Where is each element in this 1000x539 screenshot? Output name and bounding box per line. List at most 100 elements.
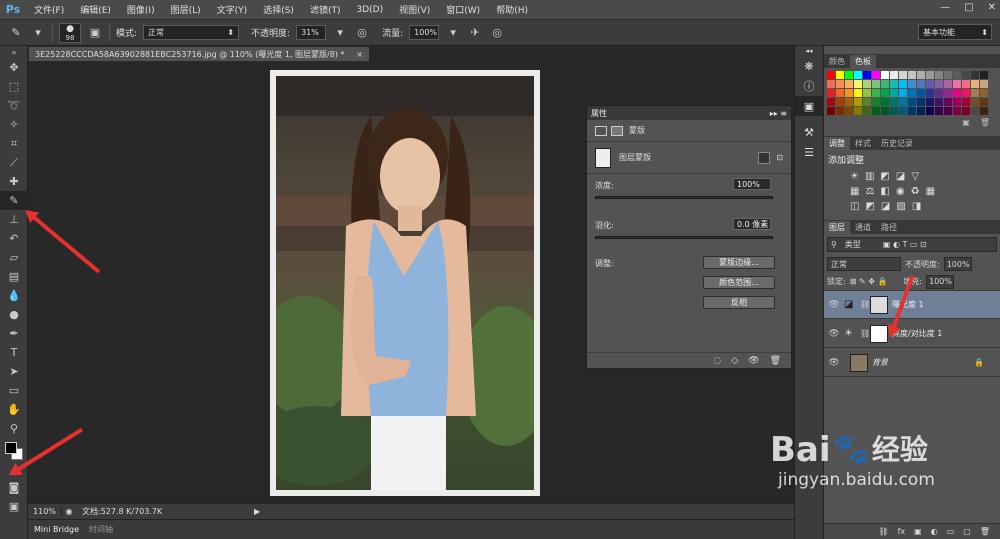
menu-file[interactable]: 文件(F)	[26, 3, 72, 16]
menu-select[interactable]: 选择(S)	[255, 3, 302, 16]
chevron-down-icon[interactable]: ▾	[445, 25, 461, 41]
hue-saturation-icon[interactable]: ▦	[850, 186, 859, 197]
healing-brush-tool-icon[interactable]: ✚	[0, 172, 28, 191]
properties-icon[interactable]: ▣	[795, 96, 823, 116]
eraser-tool-icon[interactable]: ▱	[0, 248, 28, 267]
swatch[interactable]	[854, 107, 862, 115]
pressure-opacity-icon[interactable]: ◎	[354, 25, 370, 41]
color-balance-icon[interactable]: ⚖	[865, 186, 874, 197]
swatch[interactable]	[845, 71, 853, 79]
swatch[interactable]	[971, 107, 979, 115]
gradient-map-icon[interactable]: ▨	[896, 201, 905, 212]
tab-paths[interactable]: 路径	[876, 221, 902, 234]
swatch[interactable]	[863, 71, 871, 79]
menu-image[interactable]: 图像(I)	[119, 3, 163, 16]
swatch[interactable]	[980, 98, 988, 106]
fill-field[interactable]: 100%	[926, 274, 955, 289]
swatch[interactable]	[863, 107, 871, 115]
info-icon[interactable]: ⓘ	[795, 76, 823, 96]
tab-color[interactable]: 颜色	[824, 55, 850, 68]
mask-edge-button[interactable]: 蒙版边缘...	[703, 256, 775, 269]
tab-history[interactable]: 历史记录	[876, 137, 918, 150]
swatch[interactable]	[890, 98, 898, 106]
brush-preset-picker[interactable]: ● 98	[59, 22, 81, 43]
swatch[interactable]	[980, 89, 988, 97]
lock-icons[interactable]: ⊠ ✎ ✥ 🔒	[850, 277, 888, 286]
workspace-select[interactable]: 基本功能 ⬍	[918, 24, 992, 40]
screen-mode-icon[interactable]: ▣	[0, 497, 28, 516]
density-slider[interactable]	[595, 196, 773, 199]
swatch[interactable]	[899, 80, 907, 88]
vector-mask-add-icon[interactable]: ⊡	[776, 153, 783, 162]
swatch[interactable]	[935, 80, 943, 88]
brightness-icon[interactable]: ☀	[850, 171, 859, 182]
visibility-icon[interactable]: 👁	[748, 356, 759, 366]
filter-icons[interactable]: ▣ ◐ T ▭ ⊡	[883, 240, 927, 249]
swatch[interactable]	[881, 107, 889, 115]
swatch[interactable]	[863, 80, 871, 88]
collapse-icon[interactable]: ◂◂	[795, 46, 823, 56]
swatch[interactable]	[845, 107, 853, 115]
menu-type[interactable]: 文字(Y)	[209, 3, 256, 16]
swatch[interactable]	[917, 98, 925, 106]
opacity-field[interactable]: 31%	[296, 25, 327, 40]
swatch[interactable]	[962, 80, 970, 88]
delete-icon[interactable]: 🗑	[980, 527, 990, 536]
swatch[interactable]	[872, 98, 880, 106]
maximize-button[interactable]: □	[964, 2, 973, 13]
swatch[interactable]	[890, 80, 898, 88]
swatch[interactable]	[962, 107, 970, 115]
swatch[interactable]	[935, 89, 943, 97]
swatch[interactable]	[962, 71, 970, 79]
swatch[interactable]	[908, 89, 916, 97]
menu-window[interactable]: 窗口(W)	[438, 3, 488, 16]
layer-opacity-field[interactable]: 100%	[943, 257, 972, 271]
hand-tool-icon[interactable]: ✋	[0, 400, 28, 419]
vibrance-icon[interactable]: ▽	[911, 171, 919, 182]
swatch[interactable]	[935, 107, 943, 115]
invert-icon[interactable]: ◫	[850, 201, 859, 212]
properties-header[interactable]: 属性 ▸▸ ≡	[587, 106, 791, 120]
swatch[interactable]	[872, 107, 880, 115]
swatch[interactable]	[827, 98, 835, 106]
fx-icon[interactable]: fx	[898, 527, 906, 536]
eyedropper-tool-icon[interactable]: ⟋	[0, 153, 28, 172]
swatch[interactable]	[908, 107, 916, 115]
layer-row[interactable]: 👁 ☀ ⛓ 亮度/对比度 1	[824, 320, 1000, 348]
swatch[interactable]	[944, 107, 952, 115]
history-brush-tool-icon[interactable]: ↶	[0, 229, 28, 248]
swatch[interactable]	[926, 80, 934, 88]
swatch[interactable]	[953, 107, 961, 115]
swatch[interactable]	[827, 80, 835, 88]
swatch[interactable]	[971, 71, 979, 79]
swatch[interactable]	[908, 80, 916, 88]
color-range-button[interactable]: 颜色范围...	[703, 276, 775, 289]
swatch[interactable]	[944, 98, 952, 106]
chevron-down-icon[interactable]: ▾	[332, 25, 348, 41]
new-swatch-icon[interactable]: ▣	[962, 118, 970, 128]
swatch[interactable]	[944, 71, 952, 79]
link-icon[interactable]: ⛓	[860, 329, 870, 338]
shape-tool-icon[interactable]: ▭	[0, 381, 28, 400]
apply-mask-icon[interactable]: ◇	[731, 356, 738, 366]
tab-swatches[interactable]: 色板	[850, 55, 876, 68]
swatch[interactable]	[863, 98, 871, 106]
swatch[interactable]	[971, 98, 979, 106]
airbrush-icon[interactable]: ✈	[467, 25, 483, 41]
swatch[interactable]	[908, 98, 916, 106]
brush-tool-icon[interactable]: ✎	[0, 191, 28, 210]
swatch[interactable]	[890, 71, 898, 79]
photo-filter-icon[interactable]: ◉	[896, 186, 905, 197]
document-image[interactable]	[270, 70, 540, 496]
flow-field[interactable]: 100%	[409, 25, 440, 40]
chevron-right-icon[interactable]: ▶	[254, 507, 260, 516]
document-tab[interactable]: 3E25228CCCDA58A63902881EBC253716.jpg @ 1…	[28, 46, 370, 62]
move-tool-icon[interactable]: ✥	[0, 58, 28, 77]
dodge-tool-icon[interactable]: ●	[0, 305, 28, 324]
collapse-icon[interactable]: »	[0, 46, 28, 58]
pixel-mask-icon[interactable]	[595, 125, 607, 136]
visibility-icon[interactable]: 👁	[824, 329, 844, 339]
swatch[interactable]	[953, 80, 961, 88]
delete-icon[interactable]: 🗑	[770, 356, 781, 366]
panel-menu-icon[interactable]: ▸▸ ≡	[770, 109, 791, 118]
